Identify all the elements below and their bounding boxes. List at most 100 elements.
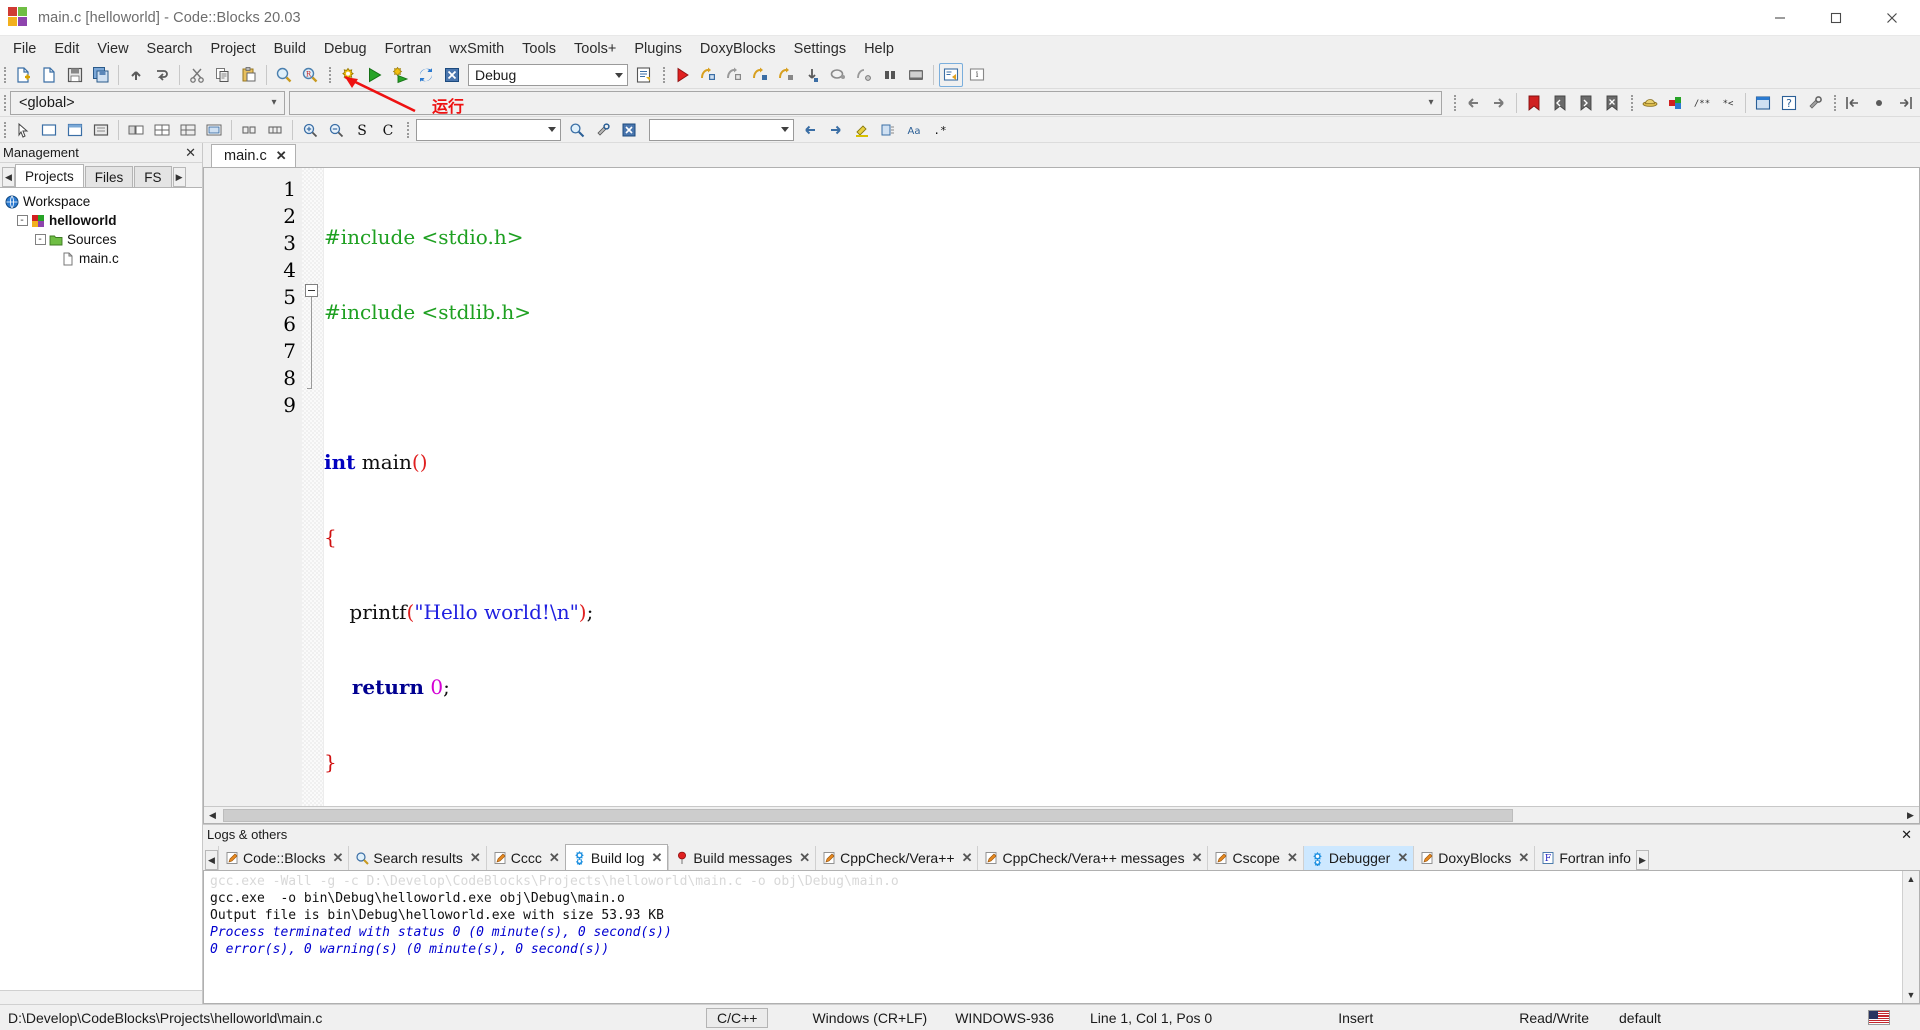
log-tab-fortran-info[interactable]: F Fortran info: [1534, 846, 1636, 870]
menu-edit[interactable]: Edit: [45, 38, 88, 60]
tree-expander[interactable]: -: [14, 211, 30, 230]
menu-help[interactable]: Help: [855, 38, 903, 60]
log-tab-close-icon[interactable]: ✕: [1192, 850, 1203, 866]
log-tab-close-icon[interactable]: ✕: [1518, 850, 1529, 866]
build-and-run-button[interactable]: [388, 63, 412, 87]
log-tab-close-icon[interactable]: ✕: [470, 850, 481, 866]
menu-debug[interactable]: Debug: [315, 38, 376, 60]
menu-doxyblocks[interactable]: DoxyBlocks: [691, 38, 785, 60]
toolbar-gripper[interactable]: [1452, 89, 1460, 116]
toolbar-gripper[interactable]: [2, 117, 10, 142]
status-language[interactable]: C/C++: [706, 1007, 769, 1028]
log-tab-cscope[interactable]: Cscope ✕: [1207, 846, 1303, 870]
box-sizer-button[interactable]: [124, 118, 148, 142]
tree-expander[interactable]: -: [32, 230, 48, 249]
management-close-icon[interactable]: ✕: [185, 145, 196, 161]
insert-frame-button[interactable]: [63, 118, 87, 142]
log-tab-debugger[interactable]: Debugger ✕: [1302, 846, 1414, 870]
search-options-button[interactable]: [591, 118, 615, 142]
editor-tab-close-icon[interactable]: ✕: [276, 148, 287, 164]
log-tab-build-messages[interactable]: Build messages ✕: [668, 846, 816, 870]
replace-button[interactable]: R: [298, 63, 322, 87]
browse-back-button[interactable]: [1461, 91, 1485, 115]
scroll-right-icon[interactable]: ▶: [1902, 807, 1919, 823]
menu-plugins[interactable]: Plugins: [625, 38, 691, 60]
letter-c-button[interactable]: C: [376, 118, 400, 142]
selected-only-button[interactable]: [876, 118, 900, 142]
browse-forward-button[interactable]: [1487, 91, 1511, 115]
log-tab-close-icon[interactable]: ✕: [1287, 850, 1298, 866]
log-tab-cppcheck-vera[interactable]: CppCheck/Vera++ ✕: [815, 846, 978, 870]
scroll-down-icon[interactable]: ▼: [1903, 987, 1920, 1003]
insert-panel-button[interactable]: [89, 118, 113, 142]
debug-continue-button[interactable]: [670, 63, 694, 87]
save-button[interactable]: [63, 63, 87, 87]
show-build-log-button[interactable]: [632, 63, 656, 87]
menu-settings[interactable]: Settings: [785, 38, 855, 60]
chevron-down-icon[interactable]: ▾: [264, 97, 284, 108]
step-out-button[interactable]: [774, 63, 798, 87]
debugger-info-button[interactable]: i: [965, 63, 989, 87]
copy-button[interactable]: [211, 63, 235, 87]
editor-hscrollbar[interactable]: ◀ ▶: [204, 806, 1919, 823]
clear-search-button[interactable]: [617, 118, 641, 142]
tab-projects[interactable]: Projects: [15, 164, 84, 187]
doxyblocks-help-button[interactable]: ?: [1777, 91, 1801, 115]
search-combo[interactable]: [416, 118, 561, 141]
debugging-windows-button[interactable]: [904, 63, 928, 87]
grid-sizer-button[interactable]: [150, 118, 174, 142]
fold-margin[interactable]: [302, 168, 324, 806]
management-tabs-prev[interactable]: ◀: [2, 167, 15, 187]
flex-grid-sizer-button[interactable]: [176, 118, 200, 142]
log-tab-build-log[interactable]: Build log ✕: [564, 844, 669, 870]
menu-file[interactable]: File: [4, 38, 45, 60]
undo-button[interactable]: [124, 63, 148, 87]
run-to-cursor-button[interactable]: [696, 63, 720, 87]
letter-s-button[interactable]: S: [350, 118, 374, 142]
various-info-button[interactable]: [939, 63, 963, 87]
log-tab-close-icon[interactable]: ✕: [1397, 850, 1408, 866]
doxyblocks-config-button[interactable]: [1803, 91, 1827, 115]
chevron-down-icon[interactable]: [543, 120, 560, 140]
log-tab-close-icon[interactable]: ✕: [332, 850, 343, 866]
insert-dialog-button[interactable]: [37, 118, 61, 142]
toggle-bookmark-button[interactable]: [1522, 91, 1546, 115]
log-tab-cccc[interactable]: Cccc ✕: [485, 846, 565, 870]
fortran-jump-home-button[interactable]: [1867, 91, 1891, 115]
toolbar-gripper[interactable]: [661, 62, 669, 88]
log-tab-cppcheck-vera-messages[interactable]: CppCheck/Vera++ messages ✕: [977, 846, 1208, 870]
menu-wxsmith[interactable]: wxSmith: [440, 38, 513, 60]
tree-item-main-c[interactable]: main.c: [0, 249, 202, 268]
clear-bookmarks-button[interactable]: [1600, 91, 1624, 115]
log-tab-close-icon[interactable]: ✕: [549, 850, 560, 866]
log-tab-close-icon[interactable]: ✕: [652, 850, 663, 866]
hscroll-track[interactable]: [221, 807, 1902, 823]
log-tab-search-results[interactable]: Search results ✕: [348, 846, 486, 870]
management-tabs-next[interactable]: ▶: [172, 167, 186, 187]
menu-tools-plus[interactable]: Tools+: [565, 38, 625, 60]
menu-view[interactable]: View: [88, 38, 137, 60]
step-into-button[interactable]: [748, 63, 772, 87]
break-debugger-button[interactable]: [852, 63, 876, 87]
chevron-down-icon[interactable]: [776, 120, 793, 140]
doxyblocks-extract-button[interactable]: [1638, 91, 1662, 115]
function-combo[interactable]: ▾: [289, 90, 1442, 115]
menu-project[interactable]: Project: [202, 38, 265, 60]
tab-fs[interactable]: FS: [134, 166, 172, 187]
toolbar-gripper[interactable]: [2, 89, 10, 116]
next-instruction-button[interactable]: [800, 63, 824, 87]
hscroll-thumb[interactable]: [223, 808, 1513, 822]
menu-build[interactable]: Build: [265, 38, 315, 60]
paste-button[interactable]: [237, 63, 261, 87]
toolbar-gripper[interactable]: [2, 62, 10, 88]
menu-fortran[interactable]: Fortran: [376, 38, 441, 60]
stretch-spacer-button[interactable]: [263, 118, 287, 142]
find-combo[interactable]: [649, 118, 794, 141]
logs-tabs-next[interactable]: ▶: [1635, 850, 1649, 870]
find-button[interactable]: [272, 63, 296, 87]
source-code[interactable]: #include <stdio.h> #include <stdlib.h> i…: [324, 168, 1919, 806]
minimize-button[interactable]: [1752, 0, 1808, 36]
toolbar-gripper[interactable]: [405, 117, 413, 142]
management-hscrollbar[interactable]: [0, 990, 202, 1004]
chevron-down-icon[interactable]: ▾: [1421, 97, 1441, 108]
